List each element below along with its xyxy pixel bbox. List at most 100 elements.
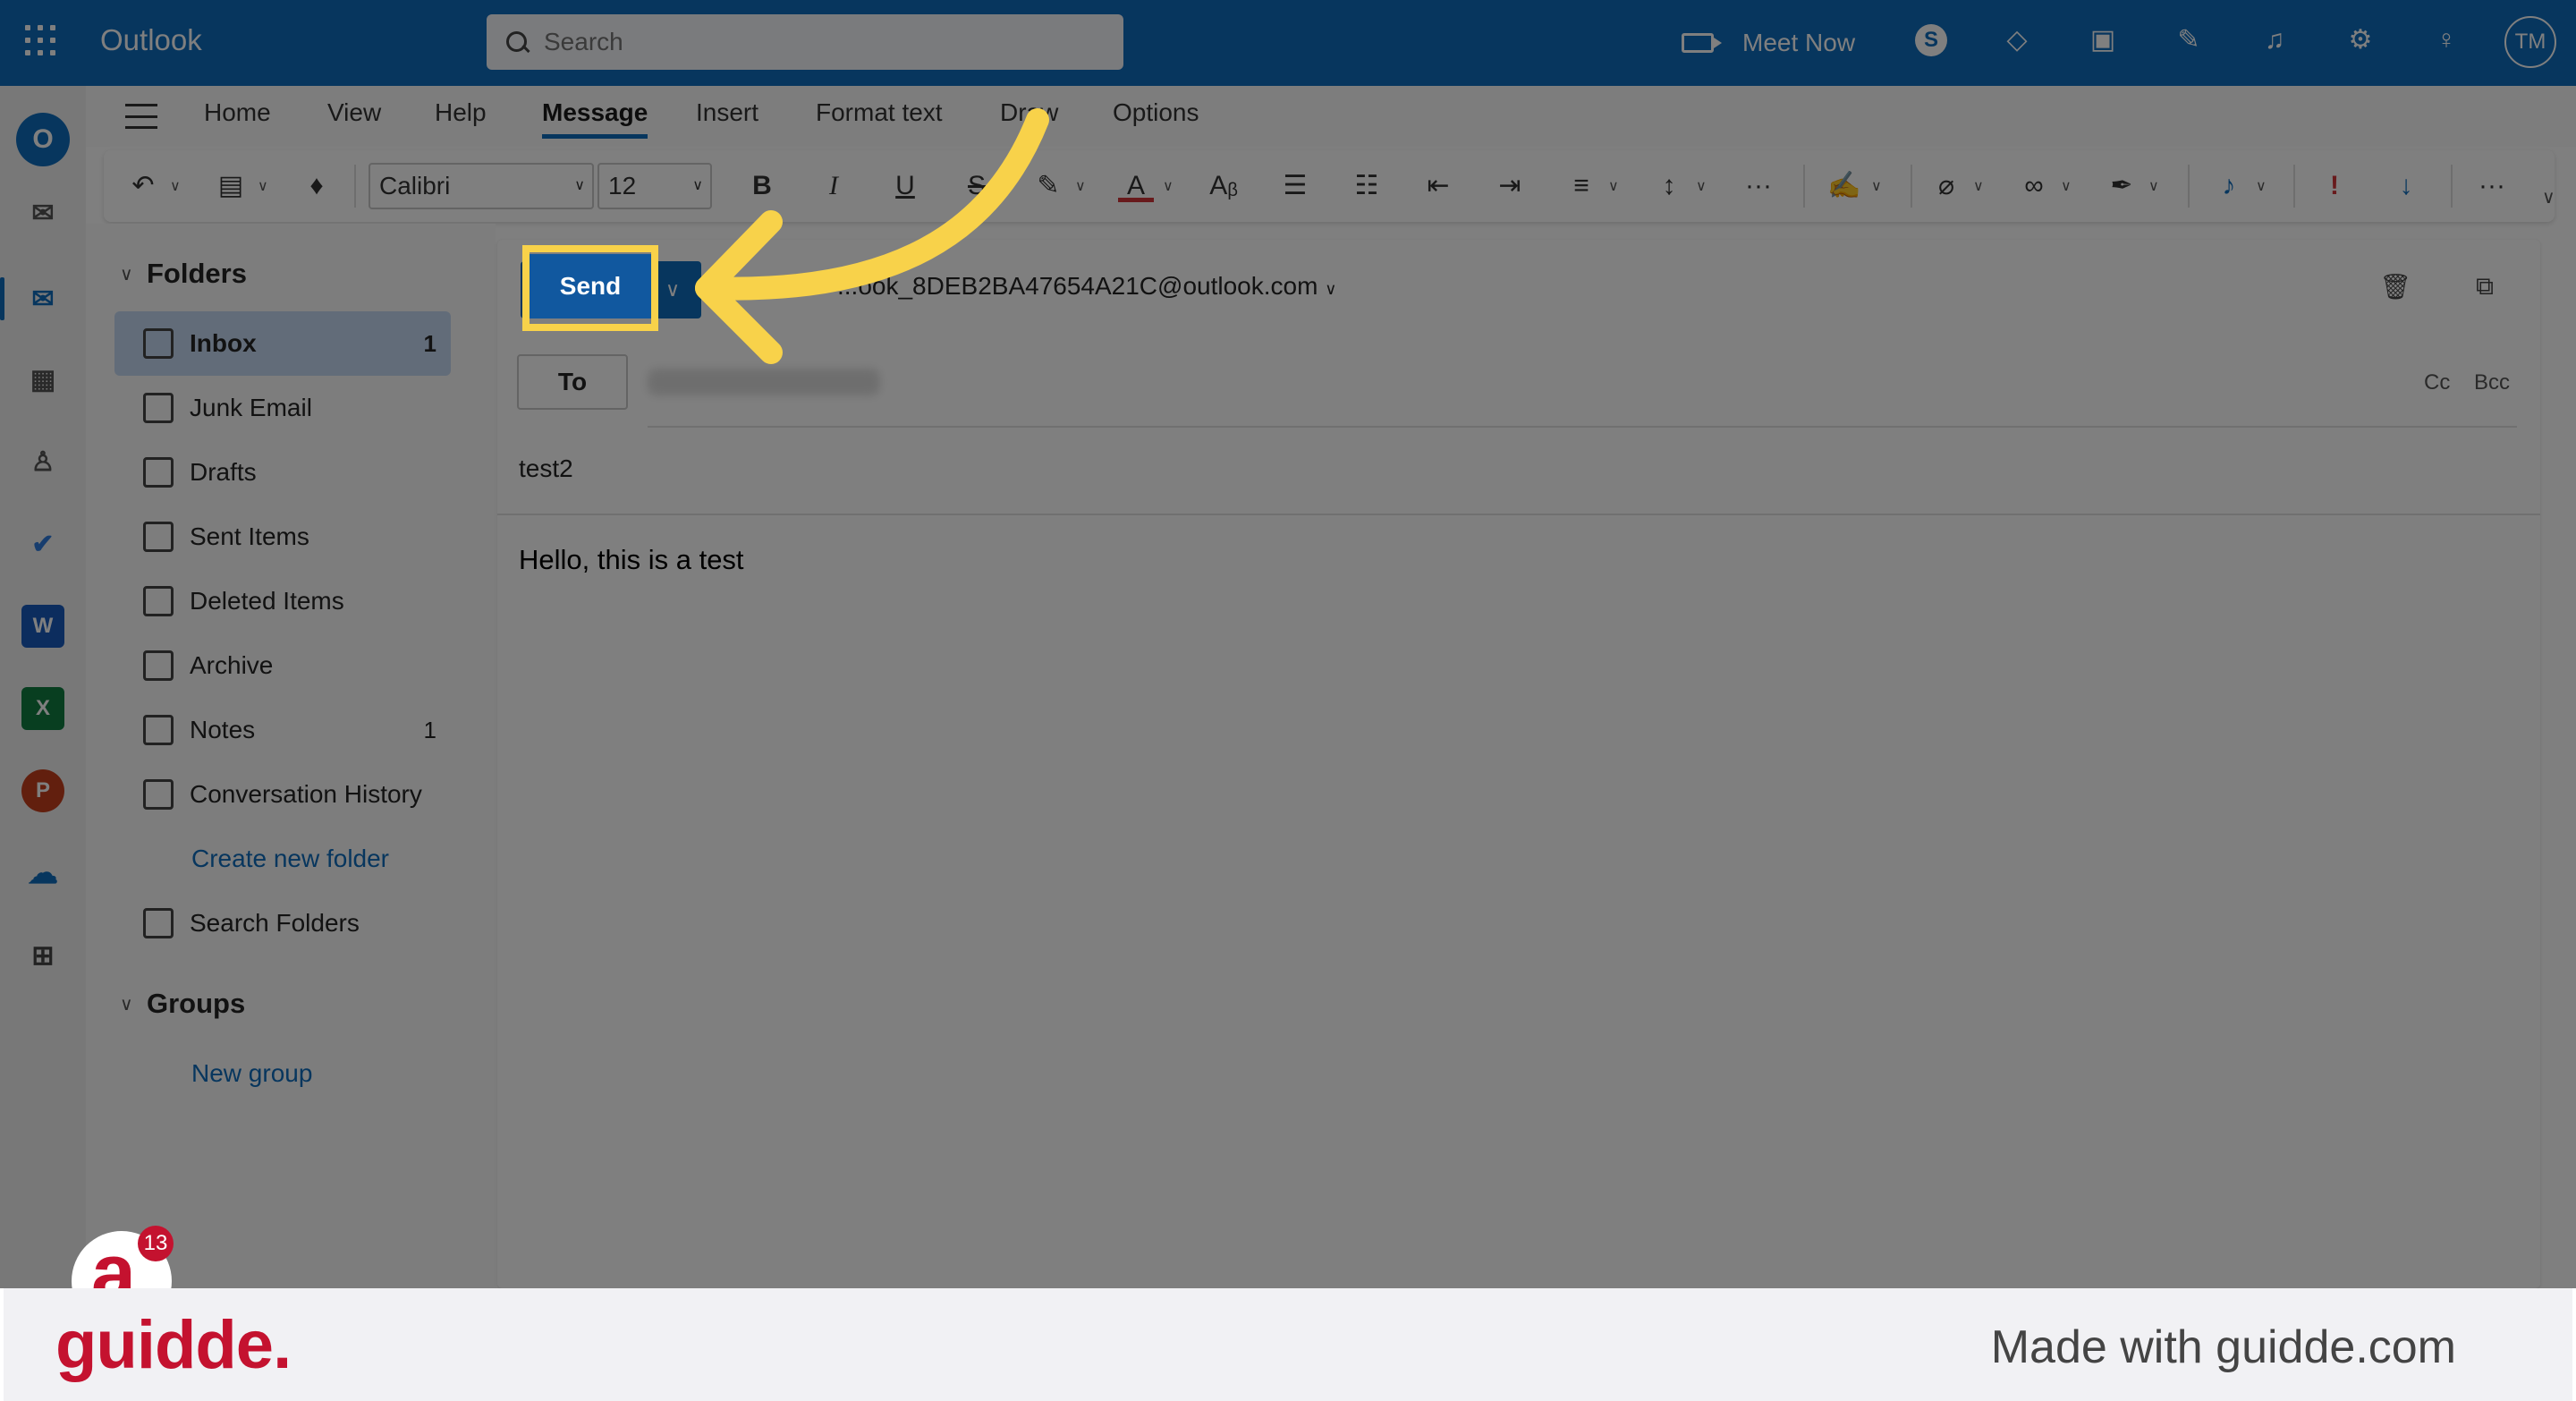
more-options-icon[interactable]: ··· [1741,168,1776,204]
folder-sent-items[interactable]: Sent Items [114,505,451,569]
notes-icon[interactable]: ✎ [2170,21,2207,59]
ribbon-expand-icon[interactable]: ∨ [2542,186,2555,208]
styles-icon[interactable]: Aᵦ [1206,168,1241,204]
bold-icon[interactable]: B [744,168,780,204]
made-with-text[interactable]: Made with guidde.com [1991,1320,2456,1374]
increase-indent-icon[interactable]: ⇥ [1492,168,1528,204]
people-icon[interactable]: ♙ [21,440,64,483]
guidde-logo[interactable]: guidde. [55,1306,292,1384]
format-painter-icon[interactable]: ♦ [299,168,335,204]
onedrive-icon[interactable]: ☁ [21,852,64,895]
folder-drafts[interactable]: Drafts [114,440,451,505]
lightbulb-icon[interactable]: ♀ [2428,21,2465,59]
chevron-down-icon[interactable]: ∨ [170,177,181,195]
create-new-folder-link[interactable]: Create new folder [191,845,389,873]
to-button[interactable]: To [517,354,628,410]
gear-icon[interactable]: ⚙ [2342,21,2379,59]
hamburger-menu-icon[interactable] [125,104,157,129]
subject-field[interactable]: test2 [519,454,573,483]
folders-header[interactable]: Folders [147,258,247,290]
app-launcher-icon[interactable] [25,25,57,57]
chevron-down-icon[interactable]: ∨ [2148,177,2159,195]
chevron-down-icon[interactable]: ∨ [1973,177,1984,195]
word-icon[interactable]: W [21,605,64,648]
highlight-icon[interactable]: ✎ [1030,168,1066,204]
meet-now-button[interactable]: Meet Now [1682,18,1855,68]
apps-icon[interactable]: ⊞ [21,934,64,977]
folder-deleted-items[interactable]: Deleted Items [114,569,451,633]
more-icon[interactable]: ··· [2474,168,2510,204]
folder-search-folders[interactable]: Search Folders [114,891,451,955]
chevron-down-icon[interactable]: ∨ [1871,177,1882,195]
tab-format-text[interactable]: Format text [816,98,943,134]
to-recipient-redacted[interactable] [648,369,880,395]
todo-icon[interactable]: ✔ [21,522,64,565]
font-name-select[interactable]: Calibri ∨ [369,163,594,209]
font-color-icon[interactable]: A [1118,168,1154,202]
dictate-icon[interactable]: ♪ [2211,168,2247,204]
message-body[interactable]: Hello, this is a test [519,544,744,576]
from-field[interactable]: ...ook_8DEB2BA47654A21C@outlook.com ∨ [837,272,1336,301]
tab-options[interactable]: Options [1113,98,1199,134]
tab-help[interactable]: Help [435,98,487,134]
importance-high-icon[interactable]: ! [2317,168,2352,204]
search-input[interactable] [544,28,1080,56]
folder-inbox[interactable]: Inbox 1 [114,311,451,376]
groups-header[interactable]: Groups [147,988,245,1020]
chevron-down-icon[interactable]: ∨ [120,993,133,1015]
clipboard-icon[interactable]: ▤ [213,168,249,204]
diamond-icon[interactable]: ◇ [1998,21,2036,59]
chevron-down-icon[interactable]: ∨ [1696,177,1707,195]
underline-icon[interactable]: U [887,168,923,204]
chevron-down-icon[interactable]: ∨ [1608,177,1619,195]
attach-icon[interactable]: ⌀ [1928,168,1964,204]
new-mail-icon[interactable]: ✉ [21,191,64,234]
app-title[interactable]: Outlook [100,23,202,57]
new-group-link[interactable]: New group [191,1059,312,1088]
outlook-icon[interactable]: O [16,113,70,166]
tab-draw[interactable]: Draw [1000,98,1058,134]
bullets-icon[interactable]: ☰ [1277,168,1313,204]
font-size-select[interactable]: 12 ∨ [597,163,712,209]
undo-icon[interactable]: ↶ [125,168,161,204]
folder-archive[interactable]: Archive [114,633,451,698]
video-camera-icon [1682,33,1722,53]
chevron-down-icon[interactable]: ∨ [2256,177,2267,195]
cc-button[interactable]: Cc [2424,370,2450,395]
excel-icon[interactable]: X [21,687,64,730]
mail-icon[interactable]: ✉ [21,277,64,320]
chevron-down-icon[interactable]: ∨ [2061,177,2072,195]
office-icon[interactable]: ▣ [2084,21,2122,59]
editor-icon[interactable]: ✍ [1826,168,1862,204]
calendar-icon[interactable]: ▦ [21,358,64,401]
importance-low-icon[interactable]: ↓ [2388,168,2424,204]
avatar[interactable]: TM [2504,16,2556,68]
pop-out-icon[interactable]: ⧉ [2469,272,2501,304]
chevron-down-icon[interactable]: ∨ [120,263,133,285]
tab-view[interactable]: View [327,98,381,134]
folder-junk-email[interactable]: Junk Email [114,376,451,440]
chevron-down-icon[interactable]: ∨ [1163,177,1174,195]
line-spacing-icon[interactable]: ↕ [1651,168,1687,204]
powerpoint-icon[interactable]: P [21,769,64,812]
align-icon[interactable]: ≡ [1563,168,1599,204]
discard-trash-icon[interactable]: 🗑 [2379,272,2411,304]
search-box[interactable] [487,14,1123,70]
tab-message[interactable]: Message [542,98,648,139]
bell-icon[interactable]: ♫ [2256,21,2293,59]
unread-count: 1 [423,716,436,743]
link-icon[interactable]: ∞ [2016,168,2052,204]
numbering-icon[interactable]: ☷ [1349,168,1385,204]
strikethrough-icon[interactable]: S [959,168,995,204]
chevron-down-icon[interactable]: ∨ [258,177,268,195]
decrease-indent-icon[interactable]: ⇤ [1420,168,1456,204]
signature-icon[interactable]: ✒ [2104,168,2140,204]
tab-insert[interactable]: Insert [696,98,758,134]
folder-notes[interactable]: Notes 1 [114,698,451,762]
bcc-button[interactable]: Bcc [2474,370,2510,395]
skype-icon[interactable]: S [1912,21,1950,59]
tab-home[interactable]: Home [204,98,271,134]
folder-conversation-history[interactable]: Conversation History [114,762,451,827]
chevron-down-icon[interactable]: ∨ [1075,177,1086,195]
italic-icon[interactable]: I [816,168,852,204]
